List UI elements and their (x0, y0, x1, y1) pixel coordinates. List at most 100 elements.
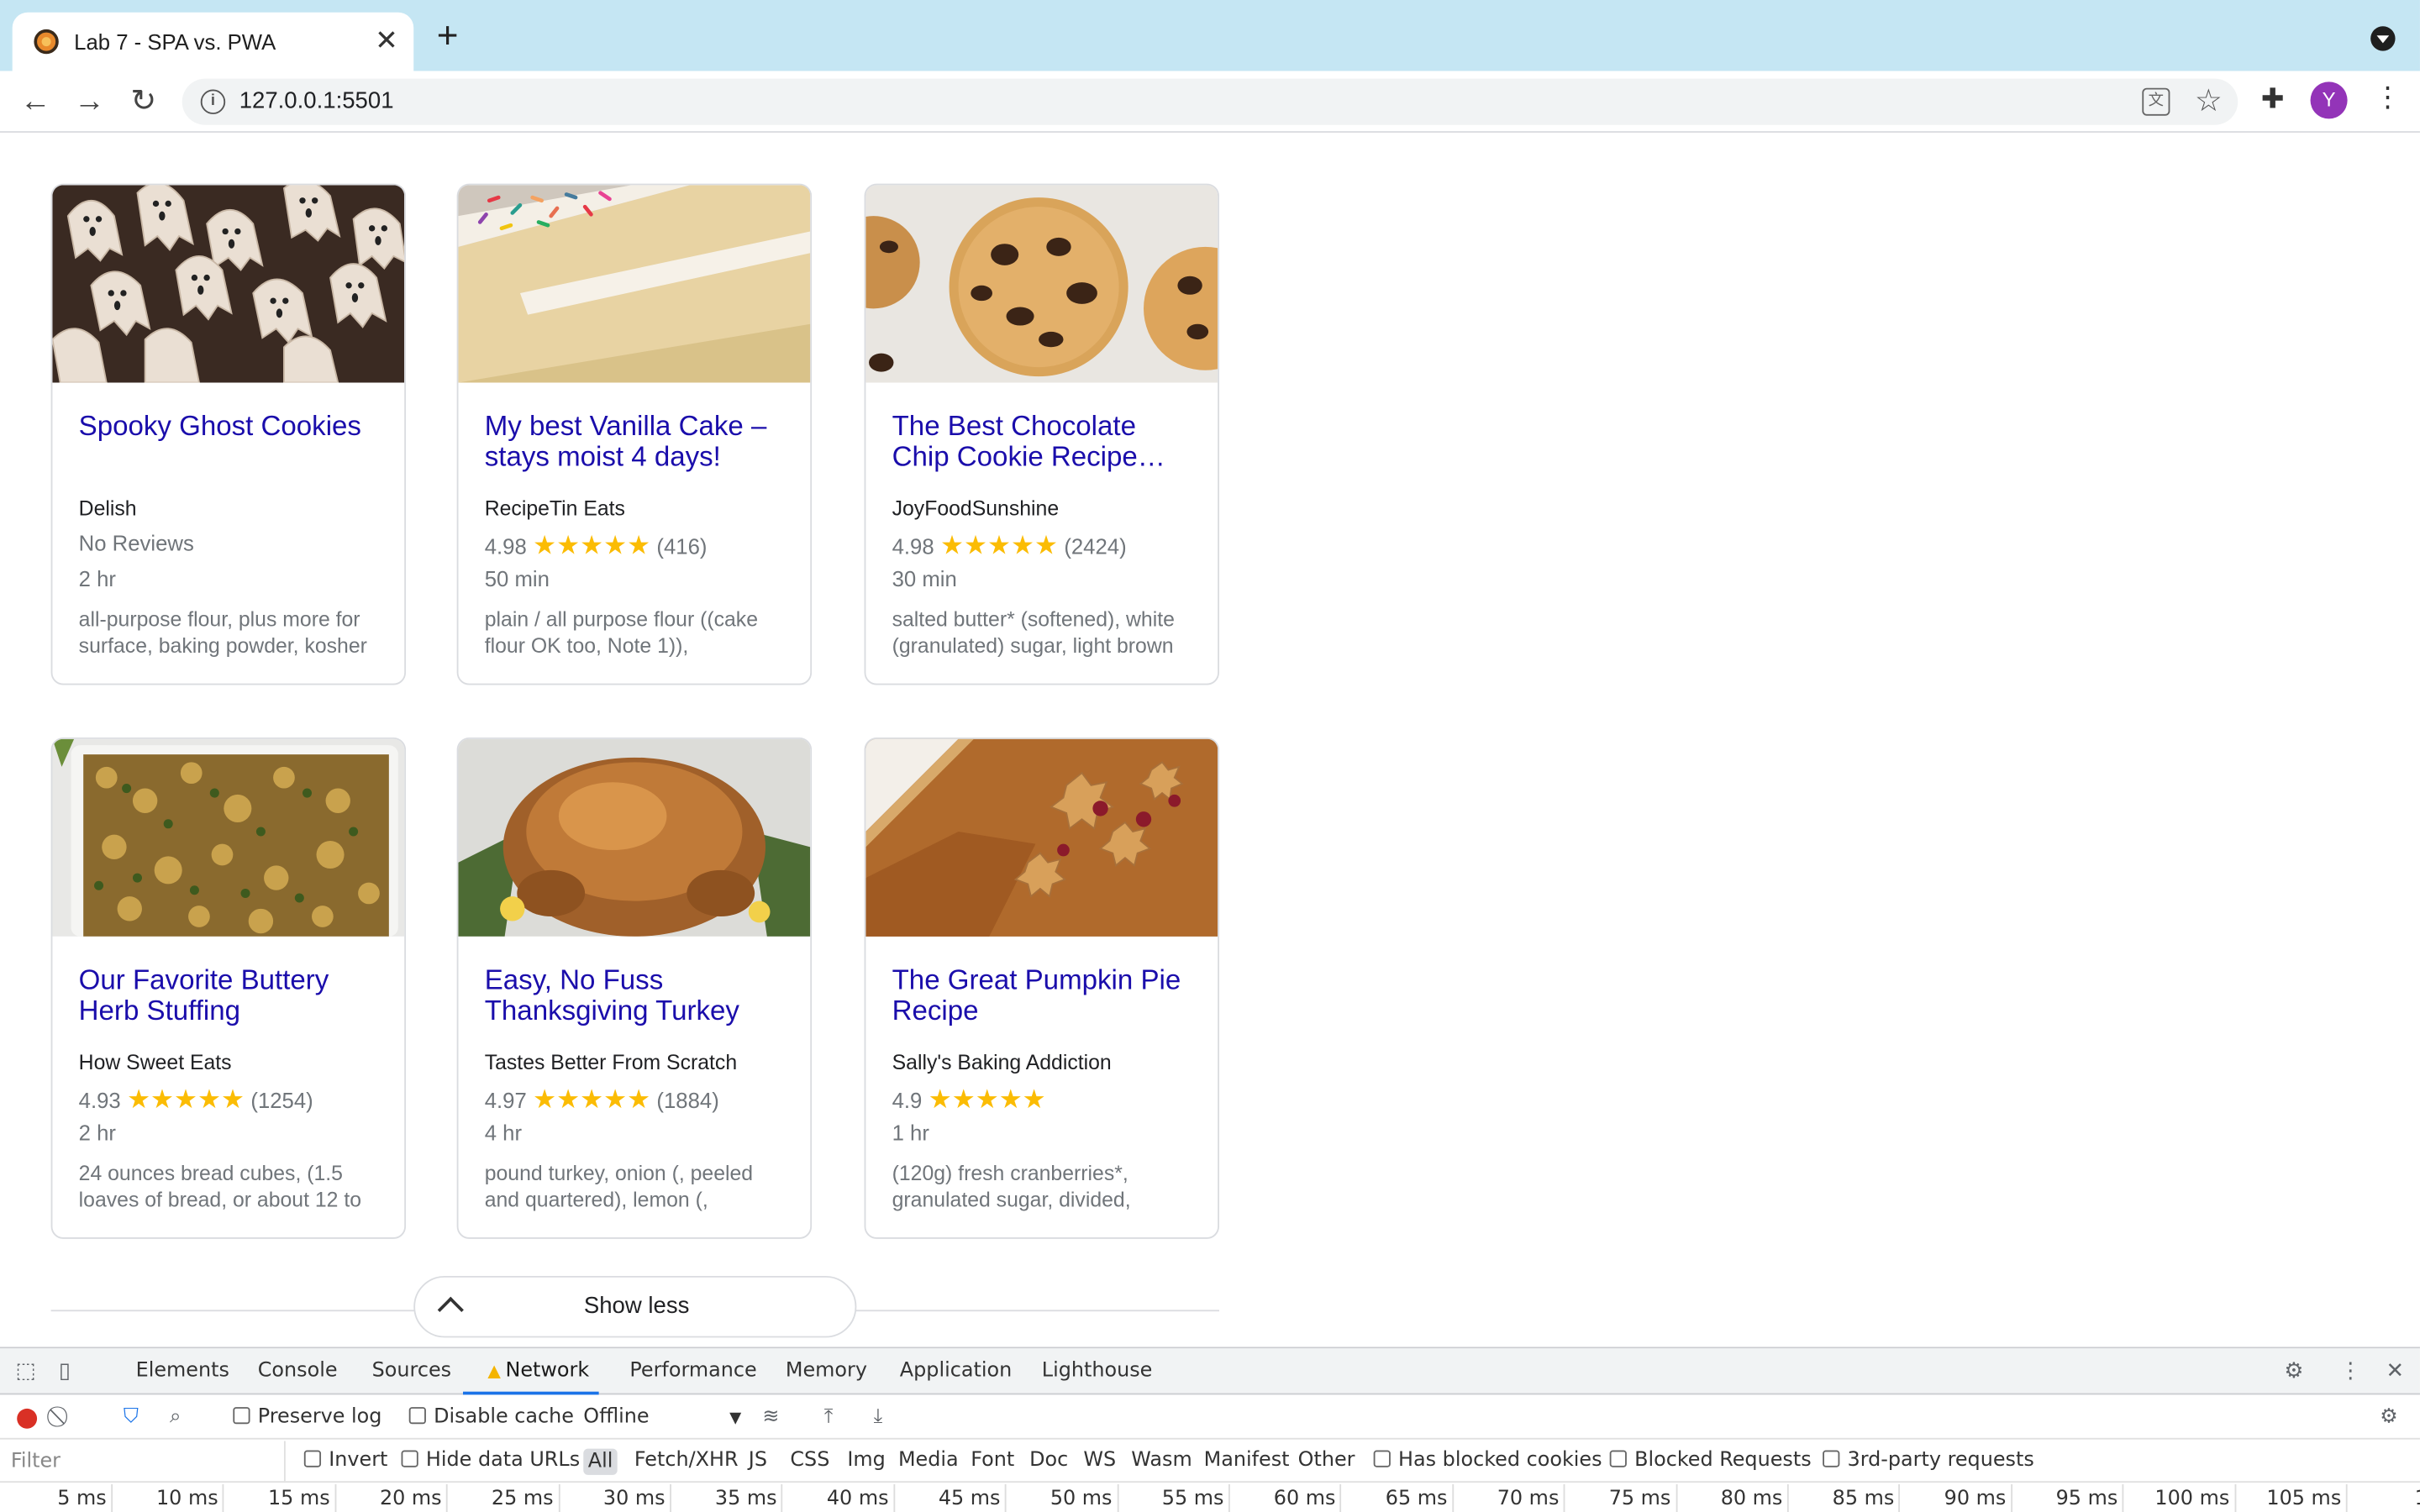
tab-network[interactable]: ▲ Network (463, 1359, 598, 1395)
type-filter-js[interactable]: JS (749, 1449, 767, 1473)
type-filter-font[interactable]: Font (971, 1449, 1014, 1473)
timeline-tick-label: 70 ms (1497, 1487, 1560, 1511)
recipe-image-pumpkin-pie (865, 738, 1218, 937)
recipe-card[interactable]: The Great Pumpkin Pie Recipe Sally's Bak… (864, 737, 1219, 1239)
tab-performance[interactable]: Performance (629, 1359, 756, 1383)
type-filter-ws[interactable]: WS (1083, 1449, 1116, 1473)
close-devtools-icon[interactable]: ✕ (2386, 1359, 2405, 1383)
timeline-tick-label: 95 ms (2055, 1487, 2118, 1511)
type-filter-manifest[interactable]: Manifest (1204, 1449, 1290, 1473)
url-text[interactable]: 127.0.0.1:5501 (239, 88, 394, 114)
timeline-gridline (2122, 1483, 2124, 1512)
type-filter-wasm[interactable]: Wasm (1131, 1449, 1192, 1473)
blocked-requests-checkbox[interactable]: Blocked Requests (1609, 1448, 1812, 1473)
forward-icon[interactable]: → (71, 83, 108, 120)
tab-elements[interactable]: Elements (136, 1359, 229, 1383)
star-rating-icon: ★★★★★ (533, 1084, 651, 1115)
device-toolbar-icon[interactable]: ▯ (59, 1359, 71, 1383)
type-filter-css[interactable]: CSS (790, 1449, 829, 1473)
tab-application[interactable]: Application (900, 1359, 1012, 1383)
tab-console[interactable]: Console (258, 1359, 338, 1383)
browser-menu-icon[interactable]: ⋮ (2374, 81, 2402, 114)
address-bar[interactable]: i 127.0.0.1:5501 文 ☆ (182, 78, 2238, 125)
preserve-log-checkbox[interactable]: Preserve log (233, 1405, 381, 1429)
timeline-gridline (2345, 1483, 2348, 1512)
rating-value: 4.97 (484, 1087, 527, 1113)
invert-label: Invert (329, 1448, 388, 1473)
type-filter-all[interactable]: All (583, 1448, 618, 1475)
timeline-tick-label: 15 ms (267, 1487, 330, 1511)
filter-icon[interactable]: ⛉ (124, 1405, 139, 1429)
extensions-puzzle-icon[interactable]: ✚ (2261, 83, 2285, 116)
tab-lighthouse[interactable]: Lighthouse (1042, 1359, 1153, 1383)
recipe-title-link[interactable]: Spooky Ghost Cookies (79, 411, 387, 442)
filter-input[interactable]: Filter (0, 1441, 286, 1482)
checkbox-icon (401, 1450, 418, 1467)
browser-window: Lab 7 - SPA vs. PWA ✕ + ← → ↻ i 127.0.0.… (0, 0, 2420, 1512)
warning-icon: ▲ (487, 1360, 501, 1381)
bookmark-star-icon[interactable]: ☆ (2195, 81, 2223, 120)
blocked-requests-label: Blocked Requests (1634, 1448, 1812, 1473)
timeline-gridline (1563, 1483, 1565, 1512)
site-info-icon[interactable]: i (200, 89, 226, 114)
type-filter-media[interactable]: Media (898, 1449, 959, 1473)
type-filter-doc[interactable]: Doc (1029, 1449, 1068, 1473)
tab-sources[interactable]: Sources (372, 1359, 451, 1383)
recipe-rating: 4.98 ★★★★★ (2424) (892, 531, 1127, 562)
network-toolbar: ⃠ ⛉ ⌕ Preserve log Disable cache Offline… (0, 1396, 2420, 1440)
timeline-gridline (1786, 1483, 1789, 1512)
close-tab-icon[interactable]: ✕ (375, 24, 398, 55)
reload-icon[interactable]: ↻ (125, 83, 162, 120)
network-settings-icon[interactable]: ⚙ (2380, 1405, 2397, 1429)
throttling-value: Offline (583, 1405, 650, 1429)
new-tab-button[interactable]: + (437, 18, 459, 55)
recipe-time: 30 min (892, 566, 957, 591)
export-har-icon[interactable]: ⤓ (874, 1405, 883, 1429)
recipe-card[interactable]: Spooky Ghost Cookies Delish No Reviews 2… (50, 183, 407, 685)
devtools-menu-icon[interactable]: ⋮ (2339, 1359, 2361, 1383)
recipe-card[interactable]: Easy, No Fuss Thanksgiving Turkey Tastes… (456, 737, 813, 1239)
type-filter-img[interactable]: Img (847, 1449, 885, 1473)
disable-cache-checkbox[interactable]: Disable cache (408, 1405, 574, 1429)
show-less-button[interactable]: Show less (413, 1275, 857, 1338)
back-icon[interactable]: ← (17, 83, 54, 120)
network-timeline-overview[interactable]: 5 ms 10 ms 15 ms 20 ms 25 ms 30 ms 35 ms 40 ms 4… (0, 1483, 2420, 1512)
recipe-title-link[interactable]: The Best Chocolate Chip Cookie Recipe… (892, 411, 1201, 472)
throttling-select[interactable]: Offline ▼ (583, 1405, 741, 1429)
recipe-card[interactable]: The Best Chocolate Chip Cookie Recipe… J… (864, 183, 1219, 685)
recipe-title-link[interactable]: Easy, No Fuss Thanksgiving Turkey (485, 964, 793, 1026)
recipe-title-link[interactable]: Our Favorite Buttery Herb Stuffing (79, 964, 387, 1026)
recipe-title-link[interactable]: My best Vanilla Cake – stays moist 4 day… (485, 411, 793, 472)
browser-tab[interactable]: Lab 7 - SPA vs. PWA ✕ (12, 12, 414, 71)
timeline-gridline (558, 1483, 560, 1512)
import-har-icon[interactable]: ⤒ (824, 1405, 834, 1429)
rating-value: 4.98 (484, 533, 527, 559)
inspect-element-icon[interactable]: ⬚ (15, 1359, 35, 1383)
profile-avatar[interactable]: Y (2310, 81, 2348, 119)
translate-icon[interactable]: 文 (2142, 87, 2170, 116)
recipe-image-ghost-cookies (52, 185, 405, 383)
star-rating-icon: ★★★★★ (940, 530, 1058, 560)
recipe-time: 2 hr (78, 566, 116, 591)
timeline-tick-label: 75 ms (1608, 1487, 1671, 1511)
invert-checkbox[interactable]: Invert (303, 1448, 388, 1473)
recipe-card[interactable]: Our Favorite Buttery Herb Stuffing How S… (50, 737, 407, 1239)
timeline-gridline (781, 1483, 783, 1512)
network-conditions-icon[interactable]: ≋ (762, 1405, 779, 1429)
timeline-gridline (1451, 1483, 1454, 1512)
hide-data-urls-checkbox[interactable]: Hide data URLs (401, 1449, 580, 1472)
tab-memory[interactable]: Memory (786, 1359, 867, 1383)
type-filter-fetch-xhr[interactable]: Fetch/XHR (634, 1449, 739, 1473)
checkbox-icon (1609, 1450, 1627, 1467)
search-icon[interactable]: ⌕ (170, 1405, 181, 1429)
record-icon[interactable] (17, 1408, 38, 1429)
recipe-card[interactable]: My best Vanilla Cake – stays moist 4 day… (456, 183, 813, 685)
recipe-title-link[interactable]: The Great Pumpkin Pie Recipe (892, 964, 1201, 1026)
type-filter-other[interactable]: Other (1298, 1449, 1355, 1473)
recipe-image-vanilla-cake (458, 185, 811, 383)
has-blocked-cookies-checkbox[interactable]: Has blocked cookies (1373, 1449, 1602, 1472)
third-party-requests-checkbox[interactable]: 3rd-party requests (1823, 1449, 2034, 1472)
settings-gear-icon[interactable]: ⚙ (2284, 1359, 2303, 1383)
timeline-tick-label: 110 (2415, 1488, 2420, 1511)
tab-search-icon[interactable] (2370, 26, 2396, 51)
